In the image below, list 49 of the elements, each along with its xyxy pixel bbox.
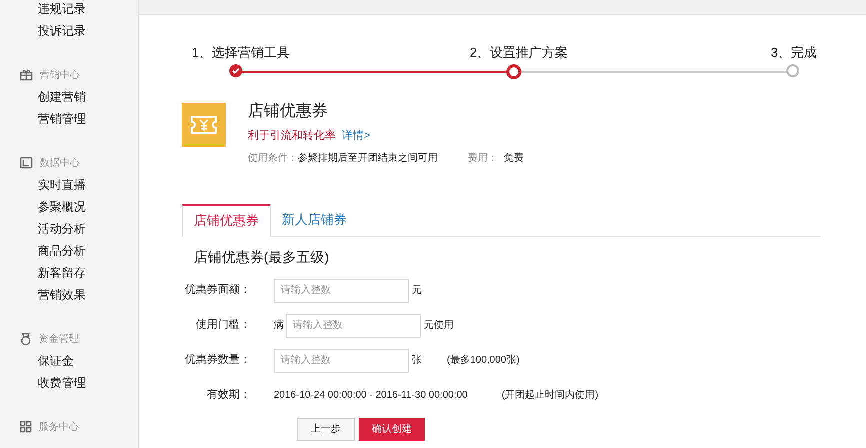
grid-icon [20,421,32,433]
field-label: 优惠券面额： [184,282,252,298]
field-label: 有效期： [206,388,252,404]
sidebar-item[interactable]: 参聚概况 [38,196,138,218]
sidebar-item[interactable]: 新客留存 [38,262,138,284]
step-label: 3、完成 [771,44,818,62]
tab[interactable]: 店铺优惠券 [182,204,271,236]
sidebar-item[interactable]: 投诉记录 [38,20,138,42]
sidebar-item[interactable]: 实时直播 [38,174,138,196]
condition-label: 使用条件： [248,152,298,166]
sidebar-item[interactable]: 创建营销 [38,86,138,108]
note-text: (最多100,000张) [447,354,520,368]
sidebar-item[interactable]: 商品分析 [38,240,138,262]
coupon-icon [182,103,226,147]
field-label: 使用门槛： [195,318,252,334]
sidebar-item[interactable]: 活动分析 [38,218,138,240]
tool-title: 店铺优惠券 [248,102,329,122]
validity-period: 2016-10-24 00:00:00 - 2016-11-30 00:00:00 [274,389,468,403]
step-label: 2、设置推广方案 [470,44,568,62]
sidebar-group-title: 数据中心 [40,156,80,170]
gift-icon [20,69,33,81]
sidebar-group-title: 营销中心 [40,68,80,82]
sidebar-item[interactable]: 保证金 [38,350,138,372]
sidebar-item[interactable]: 收费管理 [38,372,138,394]
confirm-button[interactable]: 确认创建 [359,418,425,440]
sidebar-group-title: 资金管理 [39,332,79,346]
tool-subtitle: 利于引流和转化率 [248,128,336,144]
tab[interactable]: 新人店铺券 [271,204,358,236]
unit-text: 元 [412,284,422,298]
input-field[interactable]: 请输入整数 [274,348,409,372]
details-link[interactable]: 详情> [342,128,370,144]
note-text: (开团起止时间内使用) [502,388,599,403]
back-button[interactable]: 上一步 [297,418,355,440]
chart-icon [20,157,33,169]
sidebar-group-title: 服务中心 [39,420,79,434]
fee-text: 免费 [504,152,524,166]
field-label: 优惠券数量： [184,352,252,368]
unit-text: 张 [412,354,422,368]
sidebar-item[interactable]: 营销管理 [38,108,138,130]
step-label: 1、选择营销工具 [192,44,290,62]
input-field[interactable]: 请输入整数 [286,314,421,338]
unit-text: 元使用 [424,319,454,333]
prefix-text: 满 [274,318,284,333]
sidebar-item[interactable]: 营销效果 [38,284,138,306]
form-title: 店铺优惠券(最多五级) [194,248,330,267]
input-field[interactable]: 请输入整数 [274,278,409,302]
condition-text: 参聚排期后至开团结束之间可用 [298,152,438,166]
fee-label: 费用： [468,152,498,166]
sidebar-item[interactable]: 违规记录 [38,0,138,20]
